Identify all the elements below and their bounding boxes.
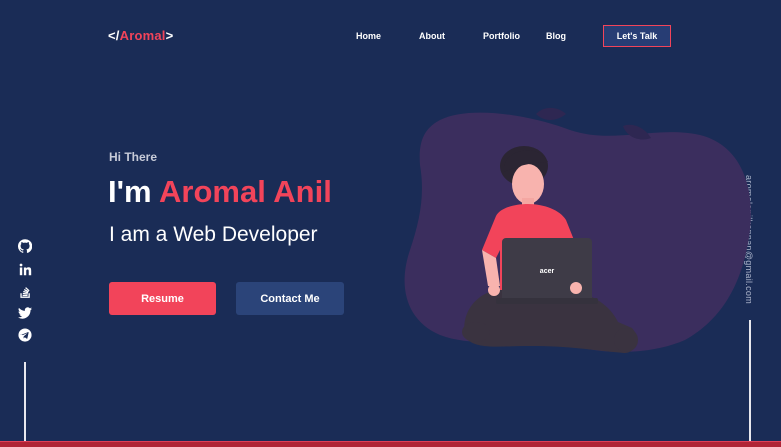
logo-open: </ xyxy=(108,28,120,43)
twitter-icon[interactable] xyxy=(17,305,33,321)
bottom-bar xyxy=(0,441,781,447)
hand-shape xyxy=(570,282,582,294)
developer-illustration: acer xyxy=(404,107,751,354)
nav-portfolio-link[interactable]: Portfolio xyxy=(483,31,520,41)
hero-headline: I'm Aromal Anil xyxy=(108,174,332,210)
nav-blog-link[interactable]: Blog xyxy=(546,31,566,41)
greeting-text: Hi There xyxy=(109,150,158,164)
stackoverflow-icon[interactable] xyxy=(17,284,33,300)
headline-prefix: I'm xyxy=(108,174,160,209)
resume-button[interactable]: Resume xyxy=(109,282,216,315)
contact-me-button[interactable]: Contact Me xyxy=(236,282,344,315)
laptop-base xyxy=(496,298,598,304)
logo[interactable]: </Aromal> xyxy=(108,28,173,43)
linkedin-icon[interactable] xyxy=(17,261,33,277)
headline-name: Aromal Anil xyxy=(159,174,332,209)
hero-role: I am a Web Developer xyxy=(109,223,318,246)
foot-shape xyxy=(614,328,638,352)
page: </Aromal> Home About Portfolio Blog Let'… xyxy=(0,0,781,447)
github-icon[interactable] xyxy=(17,238,33,254)
logo-close: > xyxy=(165,28,174,43)
nav-home-link[interactable]: Home xyxy=(356,31,381,41)
lets-talk-button[interactable]: Let's Talk xyxy=(603,25,671,47)
laptop-logo: acer xyxy=(540,268,555,275)
leaf-shape xyxy=(536,107,566,120)
foot-shape xyxy=(462,322,490,342)
nav-about-link[interactable]: About xyxy=(419,31,445,41)
hand-shape xyxy=(488,284,500,296)
left-divider-line xyxy=(24,362,26,442)
telegram-icon[interactable] xyxy=(17,327,33,343)
logo-name: Aromal xyxy=(119,28,166,43)
